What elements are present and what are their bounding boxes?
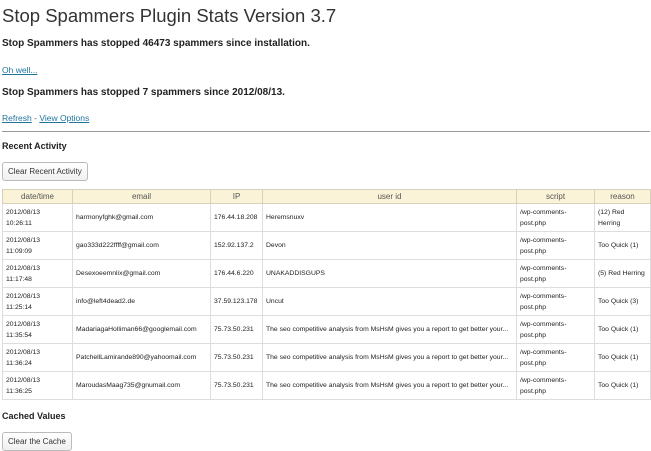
column-header-datetime: date/time	[2, 189, 73, 204]
table-row: 2012/08/13 11:36:25 MaroudasMaag735@gnuma…	[2, 371, 651, 400]
cell-ip: 37.59.123.178	[210, 287, 263, 316]
cell-script: /wp-comments-post.php	[516, 315, 595, 344]
cell-user-id: The seo competitive analysis from MsHsM …	[262, 371, 517, 400]
cell-datetime: 2012/08/13 11:25:14	[2, 287, 73, 316]
plugin-stats-page: Stop Spammers Plugin Stats Version 3.7 S…	[0, 0, 651, 451]
table-row: 2012/08/13 11:17:48 Desexoeemnlix@gmail.c…	[2, 259, 651, 288]
cell-reason: Too Quick (1)	[594, 343, 651, 372]
cell-email: MaroudasMaag735@gnumail.com	[72, 371, 211, 400]
cell-script: /wp-comments-post.php	[516, 343, 595, 372]
cell-user-id: Uncut	[262, 287, 517, 316]
cached-values-heading: Cached Values	[2, 411, 66, 421]
table-header-row: date/time email IP user id script reason	[2, 189, 651, 204]
section-divider	[2, 131, 650, 132]
column-header-email: email	[72, 189, 211, 204]
action-links: Refresh - View Options	[2, 113, 649, 123]
cell-user-id: UNAKADDISGUPS	[262, 259, 517, 288]
clear-cache-button[interactable]: Clear the Cache	[2, 432, 72, 451]
cell-reason: Too Quick (1)	[594, 315, 651, 344]
cell-script: /wp-comments-post.php	[516, 231, 595, 260]
cell-datetime: 2012/08/13 11:09:09	[2, 231, 73, 260]
cell-reason: Too Quick (1)	[594, 371, 651, 400]
table-row: 2012/08/13 11:09:09 gao333d222ffff@gmail.…	[2, 231, 651, 260]
cell-script: /wp-comments-post.php	[516, 287, 595, 316]
cell-ip: 75.73.50.231	[210, 315, 263, 344]
cell-script: /wp-comments-post.php	[516, 259, 595, 288]
cell-datetime: 2012/08/13 11:35:54	[2, 315, 73, 344]
cell-ip: 75.73.50.231	[210, 343, 263, 372]
cell-ip: 176.44.18.208	[210, 203, 263, 232]
clear-recent-activity-button[interactable]: Clear Recent Activity	[2, 162, 88, 181]
cell-email: info@left4dead2.de	[72, 287, 211, 316]
table-row: 2012/08/13 11:25:14 info@left4dead2.de 37…	[2, 287, 651, 316]
cached-values-section: Cached Values Clear the Cache	[2, 411, 649, 451]
cell-email: Desexoeemnlix@gmail.com	[72, 259, 211, 288]
recent-activity-table: date/time email IP user id script reason…	[2, 189, 651, 400]
oh-well-link[interactable]: Oh well...	[2, 65, 37, 75]
table-row: 2012/08/13 11:36:24 PatchellLamirande890@…	[2, 343, 651, 372]
recent-activity-heading: Recent Activity	[2, 141, 67, 151]
cell-datetime: 2012/08/13 11:17:48	[2, 259, 73, 288]
cell-email: MadariagaHolliman66@googlemail.com	[72, 315, 211, 344]
cell-ip: 176.44.6.220	[210, 259, 263, 288]
cell-ip: 75.73.50.231	[210, 371, 263, 400]
cell-user-id: The seo competitive analysis from MsHsM …	[262, 315, 517, 344]
cell-reason: Too Quick (3)	[594, 287, 651, 316]
table-row: 2012/08/13 11:35:54 MadariagaHolliman66@g…	[2, 315, 651, 344]
cell-user-id: Heremsnuxv	[262, 203, 517, 232]
cell-email: gao333d222ffff@gmail.com	[72, 231, 211, 260]
page-title: Stop Spammers Plugin Stats Version 3.7	[2, 5, 337, 26]
cell-user-id: Devon	[262, 231, 517, 260]
column-header-ip: IP	[210, 189, 263, 204]
cell-email: PatchellLamirande890@yahoomail.com	[72, 343, 211, 372]
cell-reason: Too Quick (1)	[594, 231, 651, 260]
column-header-reason: reason	[594, 189, 651, 204]
cell-email: harmonyfghk@gmail.com	[72, 203, 211, 232]
table-row: 2012/08/13 10:26:11 harmonyfghk@gmail.com…	[2, 203, 651, 232]
column-header-user-id: user id	[262, 189, 517, 204]
total-stopped-text: Stop Spammers has stopped 46473 spammers…	[2, 38, 310, 49]
since-date-stopped-text: Stop Spammers has stopped 7 spammers sin…	[2, 87, 285, 98]
view-options-link[interactable]: View Options	[39, 113, 89, 123]
refresh-link[interactable]: Refresh	[2, 113, 32, 123]
cell-user-id: The seo competitive analysis from MsHsM …	[262, 343, 517, 372]
cell-script: /wp-comments-post.php	[516, 203, 595, 232]
cell-ip: 152.92.137.2	[210, 231, 263, 260]
cell-reason: (5) Red Herring	[594, 259, 651, 288]
cell-datetime: 2012/08/13 10:26:11	[2, 203, 73, 232]
cell-datetime: 2012/08/13 11:36:25	[2, 371, 73, 400]
cell-datetime: 2012/08/13 11:36:24	[2, 343, 73, 372]
column-header-script: script	[516, 189, 595, 204]
cell-reason: (12) Red Herring	[594, 203, 651, 232]
cell-script: /wp-comments-post.php	[516, 371, 595, 400]
